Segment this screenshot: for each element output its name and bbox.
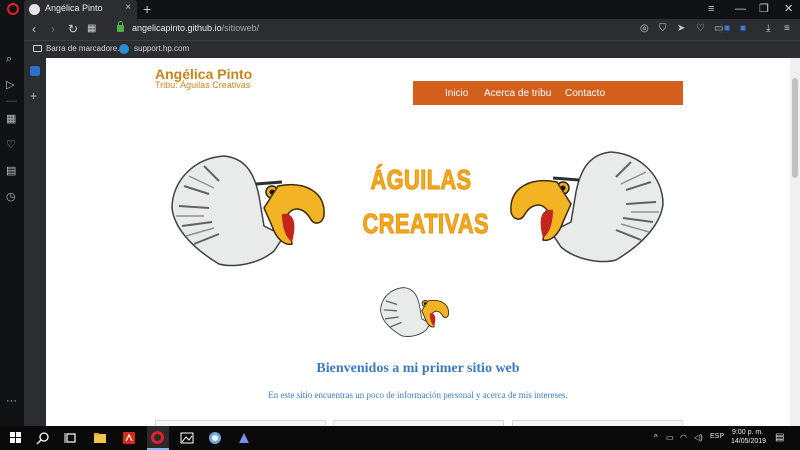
heart-icon[interactable]: ♡	[6, 139, 16, 151]
eagle-small-image	[380, 287, 449, 337]
windows-taskbar: ^ ▭ ◠ ◁) ESP 9:00 p. m. 14/05/2019 ▤	[0, 426, 800, 450]
pdf-reader-icon[interactable]	[122, 431, 136, 445]
back-button[interactable]: ‹	[32, 22, 36, 36]
send-icon[interactable]: ▷	[6, 79, 14, 91]
tab-close-icon[interactable]: ×	[125, 2, 131, 13]
new-tab-button[interactable]: +	[143, 0, 151, 19]
news-icon[interactable]: ▤	[6, 165, 16, 177]
window-close-button[interactable]: ✕	[784, 2, 793, 16]
easy-setup-icon[interactable]: ≡	[784, 23, 790, 35]
sidebar-separator: —	[6, 95, 17, 107]
address-bar: ‹ › ↻ ▦ angelicapinto.github.io/sitioweb…	[24, 19, 800, 40]
toolbar-separator: |	[720, 23, 723, 34]
page-scrollbar[interactable]	[790, 58, 800, 426]
extension-icon[interactable]: ■	[740, 23, 746, 35]
bookmark-folder[interactable]: Barra de marcadore...	[46, 44, 124, 53]
search-icon[interactable]	[36, 431, 50, 445]
nav-link-inicio[interactable]: Inicio	[445, 88, 468, 99]
search-icon[interactable]: ⌕	[6, 53, 12, 65]
site-subtitle: Tribu: Águilas Creativas	[155, 80, 251, 90]
url-host: angelicapinto.github.io	[132, 23, 222, 33]
app-icon[interactable]	[208, 431, 222, 445]
send-icon[interactable]: ➤	[677, 23, 685, 35]
translate-extension-icon[interactable]: ■	[724, 23, 730, 35]
bookmark-hp-support[interactable]: support.hp.com	[134, 44, 189, 53]
more-icon[interactable]: ···	[6, 395, 17, 407]
nav-link-acerca[interactable]: Acerca de tribu	[484, 88, 551, 99]
speed-dial-button[interactable]: ▦	[87, 22, 96, 36]
shield-icon[interactable]: ⛉	[659, 23, 667, 35]
history-icon[interactable]: ◷	[6, 191, 16, 203]
app-icon[interactable]	[30, 66, 40, 76]
nav-link-contacto[interactable]: Contacto	[565, 88, 605, 99]
browser-tab[interactable]: Angélica Pinto ×	[24, 0, 137, 19]
speed-dial-icon[interactable]: ▦	[6, 113, 16, 125]
tab-title: Angélica Pinto	[45, 3, 103, 13]
browser-title-bar: Angélica Pinto × + ≡ — ❐ ✕	[0, 0, 800, 19]
taskbar-active-app[interactable]	[147, 426, 169, 450]
eagle-left-image	[171, 155, 325, 267]
hp-logo-icon	[119, 44, 129, 54]
add-panel-button[interactable]: +	[30, 90, 37, 102]
url-field[interactable]: angelicapinto.github.io/sitioweb/	[132, 23, 259, 33]
file-explorer-icon[interactable]	[93, 431, 107, 445]
opera-icon	[151, 431, 164, 444]
clock-time[interactable]: 9:00 p. m.	[732, 429, 763, 436]
heart-icon[interactable]: ♡	[696, 23, 705, 35]
url-path: /sitioweb/	[221, 23, 260, 33]
opera-menu-icon[interactable]	[7, 3, 19, 15]
show-hidden-icons[interactable]: ^	[654, 433, 658, 442]
language-indicator[interactable]: ESP	[710, 433, 724, 440]
clock-date[interactable]: 14/05/2019	[731, 438, 766, 445]
volume-icon[interactable]: ◁)	[694, 433, 703, 442]
app-icon[interactable]	[237, 431, 251, 445]
welcome-heading: Bienvenidos a mi primer sitio web	[316, 361, 520, 376]
photos-icon[interactable]	[180, 431, 194, 445]
web-page: Angélica Pinto Tribu: Águilas Creativas …	[46, 58, 790, 426]
download-icon[interactable]: ⤓	[766, 23, 770, 35]
window-minimize-button[interactable]: —	[735, 2, 746, 16]
window-restore-button[interactable]: ❐	[759, 2, 769, 16]
banner-title: ÁGUILAS CREATIVAS	[362, 158, 489, 246]
window-menu-icon[interactable]: ≡	[708, 2, 714, 16]
reload-button[interactable]: ↻	[68, 22, 78, 36]
task-view-icon[interactable]	[64, 431, 78, 445]
forward-button[interactable]: ›	[51, 22, 55, 36]
notifications-icon[interactable]: ▤	[775, 433, 784, 443]
camera-icon[interactable]: ◎	[640, 23, 649, 35]
lock-icon[interactable]	[117, 21, 124, 32]
site-navbar: Inicio Acerca de tribu Contacto	[413, 81, 683, 105]
welcome-text: En este sitio encuentras un poco de info…	[268, 390, 568, 400]
folder-icon	[33, 45, 42, 52]
bookmarks-bar: Barra de marcadore... support.hp.com	[24, 40, 800, 58]
opera-sidebar: ⌕ ▷ — ▦ ♡ ▤ ◷ ···	[0, 19, 24, 426]
eagle-right-image	[510, 151, 664, 263]
banner-line-2: CREATIVAS	[362, 208, 489, 240]
scrollbar-thumb[interactable]	[792, 78, 798, 178]
messenger-panel: +	[24, 58, 46, 426]
network-icon[interactable]: ▭	[666, 433, 674, 442]
github-favicon-icon	[29, 4, 40, 15]
windows-start-icon[interactable]	[10, 432, 22, 444]
wifi-icon[interactable]: ◠	[680, 433, 687, 442]
banner-line-1: ÁGUILAS	[370, 164, 472, 196]
